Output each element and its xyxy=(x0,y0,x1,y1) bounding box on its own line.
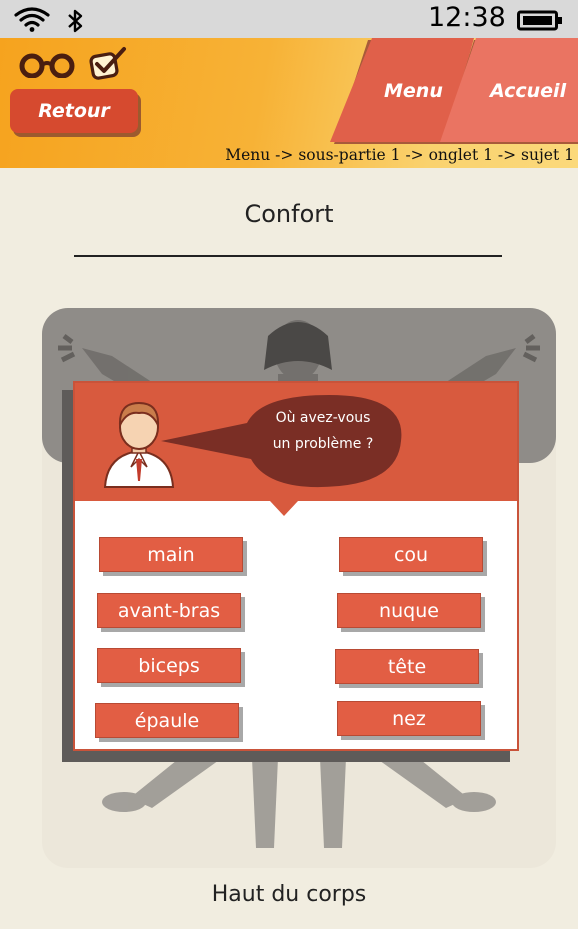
title-divider xyxy=(74,255,502,257)
body-part-dialog: Où avez-vous un problème ? main avant-br… xyxy=(73,381,519,751)
home-tab[interactable]: Accueil xyxy=(490,80,566,102)
checklist-icon xyxy=(86,46,130,86)
question-line-2: un problème ? xyxy=(272,436,374,452)
back-button[interactable]: Retour xyxy=(10,89,138,133)
question-line-1: Où avez-vous xyxy=(275,410,371,426)
battery-icon xyxy=(517,10,565,36)
wifi-icon xyxy=(14,6,50,36)
menu-tab[interactable]: Menu xyxy=(384,80,443,102)
clock: 12:38 xyxy=(428,2,506,33)
option-tete[interactable]: tête xyxy=(335,649,479,684)
section-label: Haut du corps xyxy=(211,882,367,907)
option-nuque[interactable]: nuque xyxy=(337,593,481,628)
breadcrumb: Menu -> sous-partie 1 -> onglet 1 -> suj… xyxy=(225,146,574,164)
bluetooth-icon xyxy=(66,8,86,38)
glasses-icon xyxy=(18,50,76,82)
option-nez[interactable]: nez xyxy=(337,701,481,736)
status-bar: 12:38 xyxy=(0,0,578,38)
page-title: Confort xyxy=(244,200,334,228)
dialog-pointer xyxy=(270,501,298,516)
option-avant-bras[interactable]: avant-bras xyxy=(97,593,241,628)
option-cou[interactable]: cou xyxy=(339,537,483,572)
app-header: Retour Menu Accueil Menu -> sous-partie … xyxy=(0,38,578,168)
option-main[interactable]: main xyxy=(99,537,243,572)
option-biceps[interactable]: biceps xyxy=(97,648,241,683)
option-epaule[interactable]: épaule xyxy=(95,703,239,738)
dialog-header: Où avez-vous un problème ? xyxy=(75,383,517,501)
